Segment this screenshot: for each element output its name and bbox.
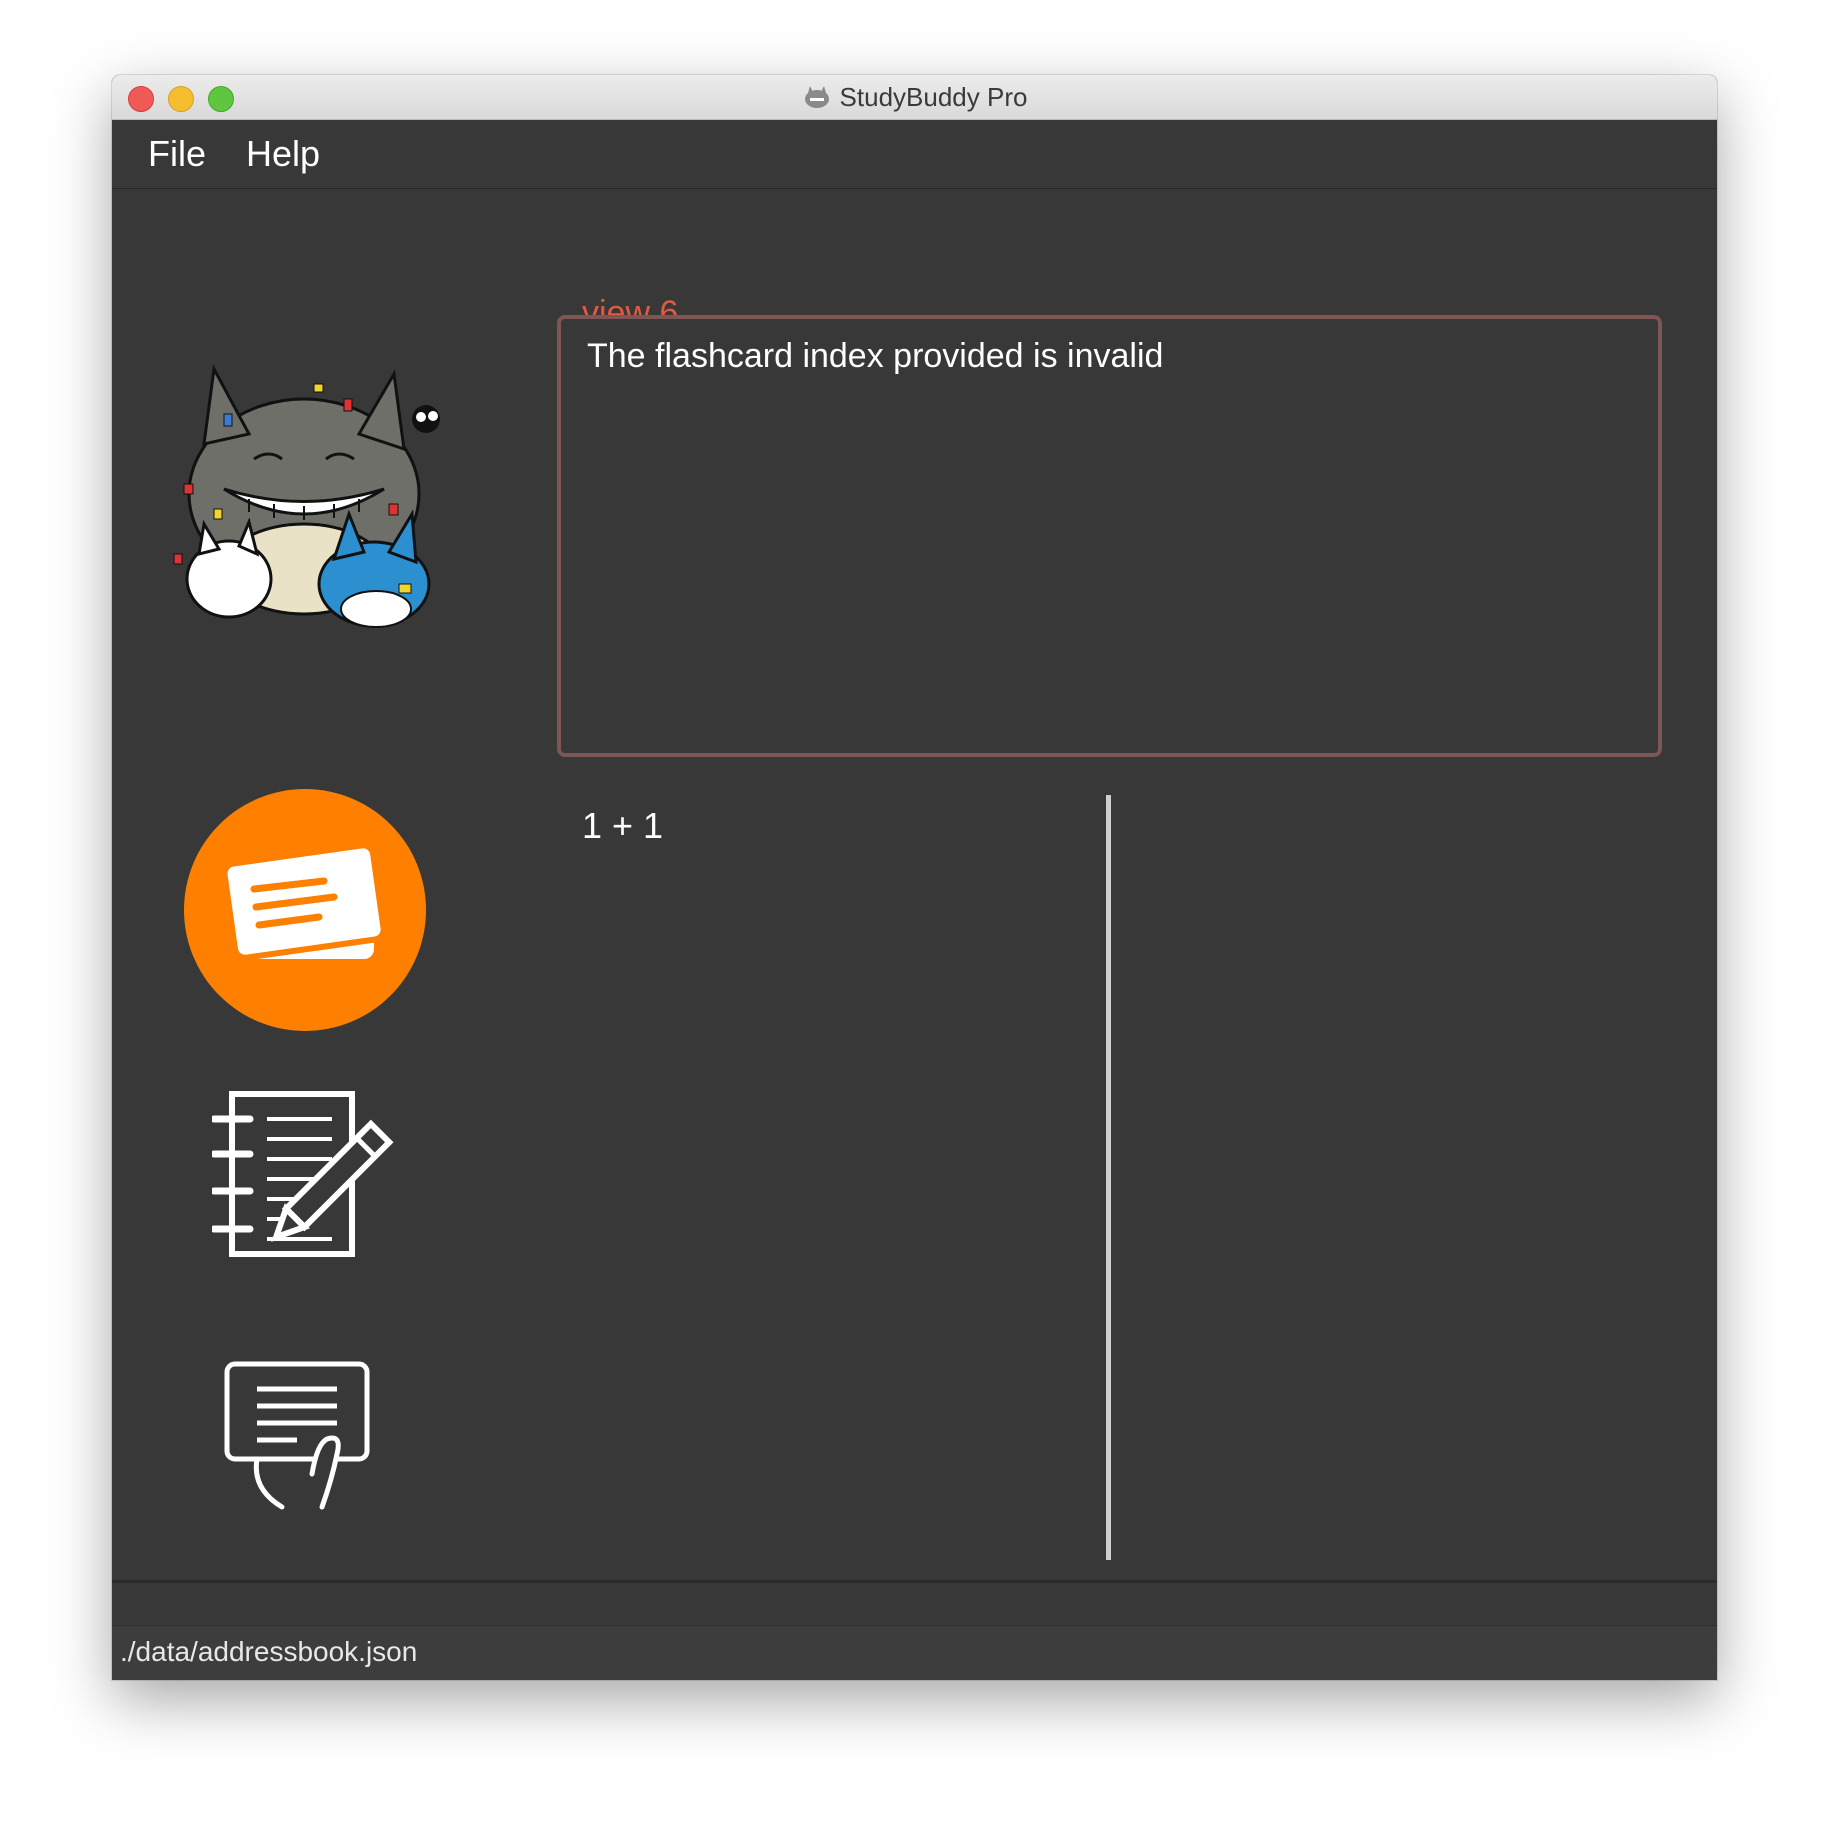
- app-window: StudyBuddy Pro File Help view 6 The flas…: [112, 75, 1717, 1680]
- notes-nav-button[interactable]: [210, 1089, 397, 1274]
- flashcard-question: 1 + 1: [582, 805, 664, 846]
- split-pane-divider[interactable]: [1106, 795, 1111, 1560]
- title-bar[interactable]: StudyBuddy Pro: [112, 75, 1717, 120]
- menu-file[interactable]: File: [148, 133, 206, 175]
- menu-bar: File Help: [112, 120, 1717, 189]
- notebook-pen-icon: [210, 1091, 394, 1257]
- quiz-board-icon: [224, 1361, 370, 1510]
- window-title: StudyBuddy Pro: [839, 81, 1028, 112]
- flashcard-panel: 1 + 1: [557, 795, 1662, 1565]
- status-separator: [112, 1580, 1717, 1583]
- menu-help[interactable]: Help: [246, 133, 320, 175]
- sidebar: [112, 189, 542, 1579]
- app-icon: [804, 86, 829, 108]
- totoro-mascot-image: [173, 364, 440, 628]
- save-file-path: ./data/addressbook.json: [120, 1636, 418, 1667]
- status-bar: ./data/addressbook.json: [112, 1625, 1717, 1680]
- result-message: The flashcard index provided is invalid: [587, 337, 1164, 375]
- quiz-nav-button[interactable]: [222, 1359, 382, 1519]
- result-display: The flashcard index provided is invalid: [557, 315, 1662, 757]
- window-title-group: StudyBuddy Pro: [112, 75, 1717, 119]
- flashcards-nav-button[interactable]: [184, 789, 426, 1031]
- flashcard-icon: [221, 842, 387, 961]
